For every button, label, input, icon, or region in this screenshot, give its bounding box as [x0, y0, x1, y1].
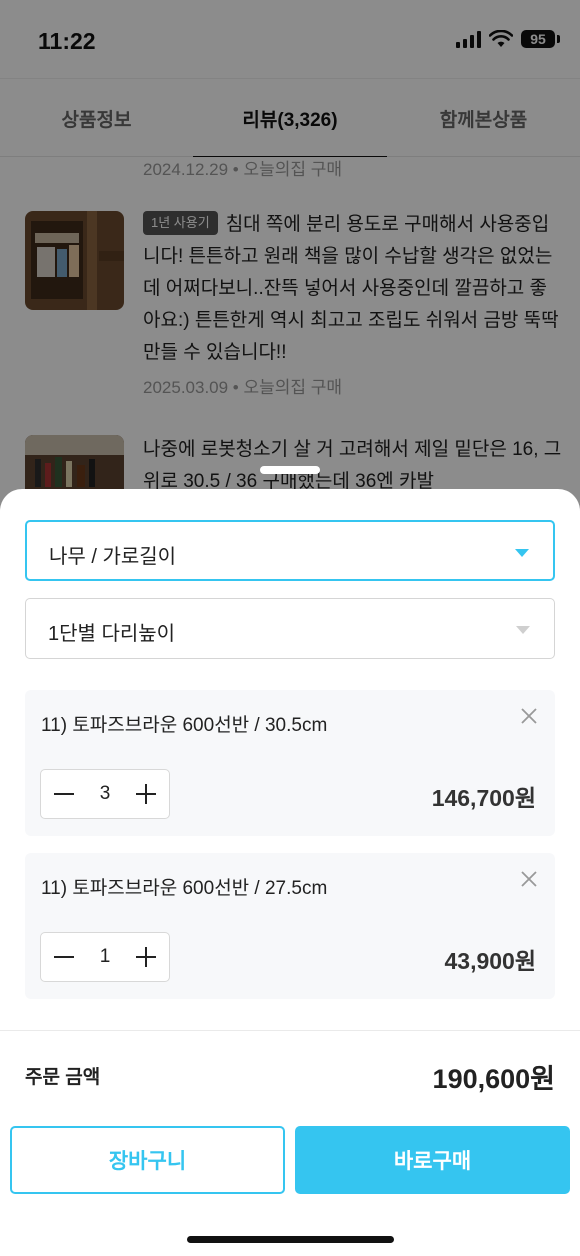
- plus-icon[interactable]: [125, 770, 169, 818]
- add-to-cart-button[interactable]: 장바구니: [10, 1126, 285, 1194]
- chevron-down-icon: [516, 626, 530, 634]
- home-indicator: [187, 1236, 394, 1243]
- quantity-stepper: 3: [40, 769, 170, 819]
- minus-icon[interactable]: [41, 770, 85, 818]
- item-price: 146,700원: [431, 785, 536, 811]
- close-icon[interactable]: [517, 704, 541, 728]
- option-select-leg-height[interactable]: 1단별 다리높이: [25, 598, 555, 659]
- option-select-wood-width[interactable]: 나무 / 가로길이: [25, 520, 555, 581]
- sheet-drag-handle[interactable]: [260, 466, 320, 474]
- quantity-value: 1: [99, 946, 111, 967]
- item-price: 43,900원: [444, 948, 536, 974]
- item-name: 11) 토파즈브라운 600선반 / 30.5cm: [41, 715, 328, 736]
- item-name: 11) 토파즈브라운 600선반 / 27.5cm: [41, 878, 328, 899]
- plus-icon[interactable]: [125, 933, 169, 981]
- divider: [0, 1030, 580, 1031]
- quantity-value: 3: [99, 783, 111, 804]
- chevron-down-icon: [515, 549, 529, 557]
- option-select-label: 나무 / 가로길이: [49, 546, 177, 568]
- selected-item-card: 11) 토파즈브라운 600선반 / 30.5cm 3 146,700원: [25, 690, 555, 836]
- order-total-label: 주문 금액: [25, 1067, 101, 1088]
- buy-now-button[interactable]: 바로구매: [295, 1126, 570, 1194]
- quantity-stepper: 1: [40, 932, 170, 982]
- option-select-label: 1단별 다리높이: [48, 623, 176, 645]
- close-icon[interactable]: [517, 867, 541, 891]
- minus-icon[interactable]: [41, 933, 85, 981]
- order-total-price: 190,600원: [432, 1064, 555, 1094]
- selected-item-card: 11) 토파즈브라운 600선반 / 27.5cm 1 43,900원: [25, 853, 555, 999]
